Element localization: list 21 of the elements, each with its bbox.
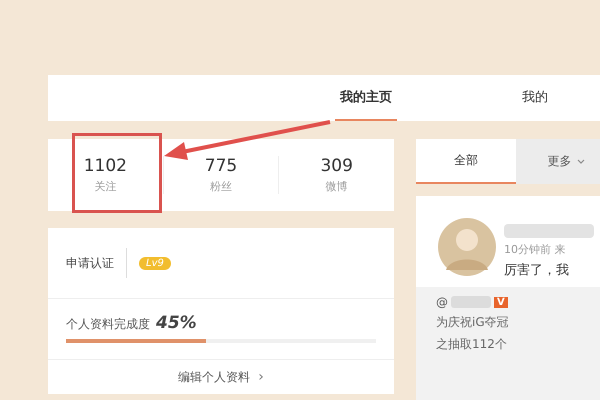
post-text: 厉害了，我 xyxy=(504,262,570,279)
post-time: 10分钟前 来 xyxy=(504,242,566,257)
repost-text: 为庆祝iG夺冠 xyxy=(436,314,510,331)
level-badge: Lv9 xyxy=(139,256,171,270)
mention-link[interactable]: @ xyxy=(436,295,448,309)
completion-label: 个人资料完成度 xyxy=(66,316,150,333)
nav-tab[interactable]: 我的 xyxy=(517,75,553,121)
completion-value: 45% xyxy=(156,313,197,333)
feed-tab[interactable]: 全部 xyxy=(416,139,516,184)
repost-text: 之抽取112个 xyxy=(436,336,508,353)
stat-count[interactable]: 309 xyxy=(320,156,353,176)
caret-icon xyxy=(576,158,584,164)
verify-link[interactable]: 申请认证 xyxy=(66,254,114,272)
verified-badge: V xyxy=(494,296,508,308)
feed-tab[interactable]: 更多 xyxy=(516,139,600,184)
nav-tab[interactable]: 我的主页 xyxy=(335,75,397,121)
stat-count[interactable]: 1102 xyxy=(84,156,127,176)
chevron-icon: › xyxy=(258,369,264,385)
stat-count[interactable]: 775 xyxy=(204,156,238,176)
edit-profile-link[interactable]: 编辑个人资料 xyxy=(178,368,250,386)
avatar-icon[interactable] xyxy=(438,218,496,276)
